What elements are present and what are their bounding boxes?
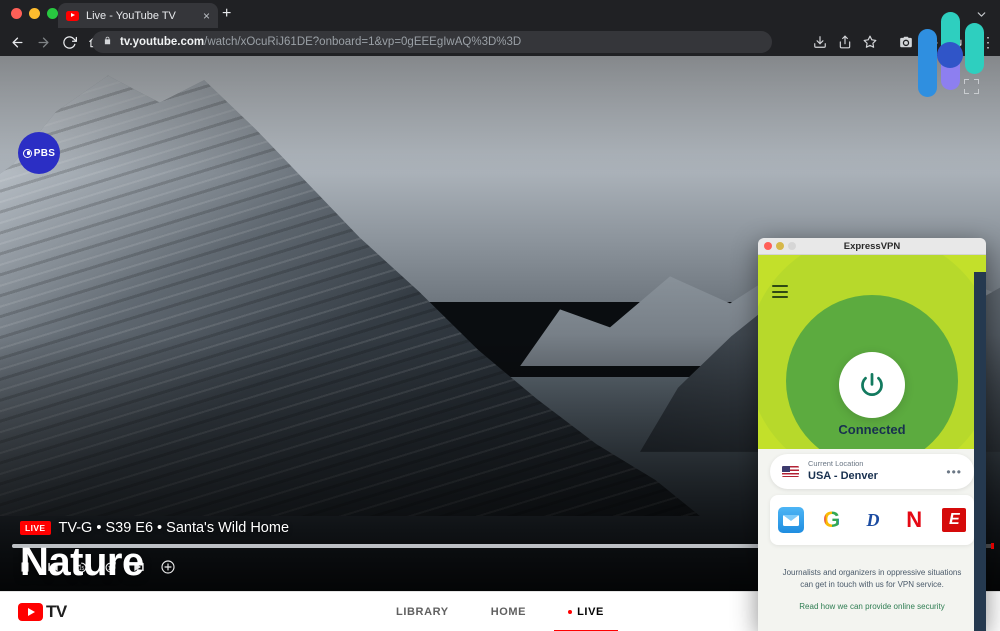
reload-icon[interactable] [57,30,81,54]
location-label: Current Location [808,459,946,469]
vpn-footer-line-2: can get in touch with us for VPN service… [772,579,972,591]
lock-icon [103,33,112,51]
close-window-button[interactable] [11,8,22,19]
live-badge: LIVE [20,521,51,535]
program-meta-row: LIVE TV-G • S39 E6 • Santa's Wild Home [20,520,289,536]
pause-button[interactable] [18,560,32,574]
nav-item-live-label: LIVE [577,606,604,618]
add-button[interactable] [160,559,176,575]
reading-list-icon[interactable] [944,30,968,54]
bookmark-star-icon[interactable] [858,30,882,54]
nav-item-home[interactable]: HOME [491,592,526,631]
maximize-window-button[interactable] [47,8,58,19]
vpn-shortcuts: G D N E [770,495,974,545]
disney-plus-shortcut-icon[interactable]: D [860,507,886,533]
mail-shortcut-icon[interactable] [778,507,804,533]
vpn-window-edge [974,272,986,631]
pbs-head-icon [23,149,32,158]
browser-chrome: Live - YouTube TV × + [0,0,1000,56]
minimize-window-button[interactable] [29,8,40,19]
fullscreen-icon[interactable] [964,79,979,94]
expressvpn-window[interactable]: ExpressVPN Connected Current Location [758,238,986,631]
vpn-footer: Journalists and organizers in oppressive… [772,567,972,611]
rewind-15-button[interactable]: 15 [74,560,89,575]
address-bar[interactable]: tv.youtube.com/watch/xOcuRiJ61DE?onboard… [92,31,772,53]
tab-title: Live - YouTube TV [86,10,199,22]
pbs-logo-text: PBS [34,148,55,159]
new-tab-button[interactable]: + [222,6,231,22]
live-indicator-dot [568,610,572,614]
forward-arrow-icon[interactable] [31,30,55,54]
location-more-icon[interactable]: ••• [946,466,962,478]
extensions-puzzle-icon[interactable] [919,30,943,54]
browser-toolbar: tv.youtube.com/watch/xOcuRiJ61DE?onboard… [0,28,1000,56]
url-path: /watch/xOcuRiJ61DE?onboard=1&vp=0gEEEgIw… [204,36,521,48]
chevron-down-icon[interactable] [975,8,988,26]
download-icon[interactable] [808,30,832,54]
url-text: tv.youtube.com/watch/xOcuRiJ61DE?onboard… [120,36,521,48]
next-button[interactable] [132,560,146,574]
back-arrow-icon[interactable] [5,30,29,54]
live-edge-marker [991,543,994,549]
location-text: Current Location USA - Denver [808,459,946,483]
netflix-shortcut-icon[interactable]: N [901,507,927,533]
youtube-favicon [66,11,79,21]
screen: Live - YouTube TV × + [0,0,1000,631]
espn-shortcut-icon[interactable]: E [942,508,966,532]
svg-text:15: 15 [108,565,114,571]
vpn-footer-link[interactable]: Read how we can provide online security [772,602,972,611]
vpn-connection-status: Connected [758,422,986,437]
vpn-body: Connected Current Location USA - Denver … [758,255,986,631]
nav-item-live[interactable]: LIVE [568,592,604,631]
browser-menu-icon[interactable]: ⋮ [980,35,996,49]
vpn-title-bar: ExpressVPN [758,238,986,255]
tab-strip: Live - YouTube TV × + [0,0,1000,28]
window-traffic-lights [11,8,58,19]
share-icon[interactable] [833,30,857,54]
google-shortcut-icon[interactable]: G [819,507,845,533]
screenshot-camera-icon[interactable] [894,30,918,54]
svg-text:15: 15 [79,565,85,571]
network-logo-pbs: PBS [18,132,60,174]
vpn-footer-line-1: Journalists and organizers in oppressive… [772,567,972,579]
browser-tab[interactable]: Live - YouTube TV × [58,3,218,28]
current-location-card[interactable]: Current Location USA - Denver ••• [770,454,974,489]
program-meta-text: TV-G • S39 E6 • Santa's Wild Home [59,520,290,536]
player-controls: 15 15 [18,559,176,575]
forward-15-button[interactable]: 15 [103,560,118,575]
us-flag-icon [782,466,799,477]
program-metadata: LIVE TV-G • S39 E6 • Santa's Wild Home N… [20,520,289,585]
url-host: tv.youtube.com [120,36,204,48]
previous-button[interactable] [46,560,60,574]
location-name: USA - Denver [808,469,946,483]
toolbar-actions: ⋮ [808,30,996,54]
nav-item-library[interactable]: LIBRARY [396,592,449,631]
close-icon[interactable]: × [199,10,210,22]
vpn-window-title: ExpressVPN [758,241,986,252]
power-button-icon[interactable] [839,352,905,418]
hamburger-menu-icon[interactable] [772,285,788,302]
